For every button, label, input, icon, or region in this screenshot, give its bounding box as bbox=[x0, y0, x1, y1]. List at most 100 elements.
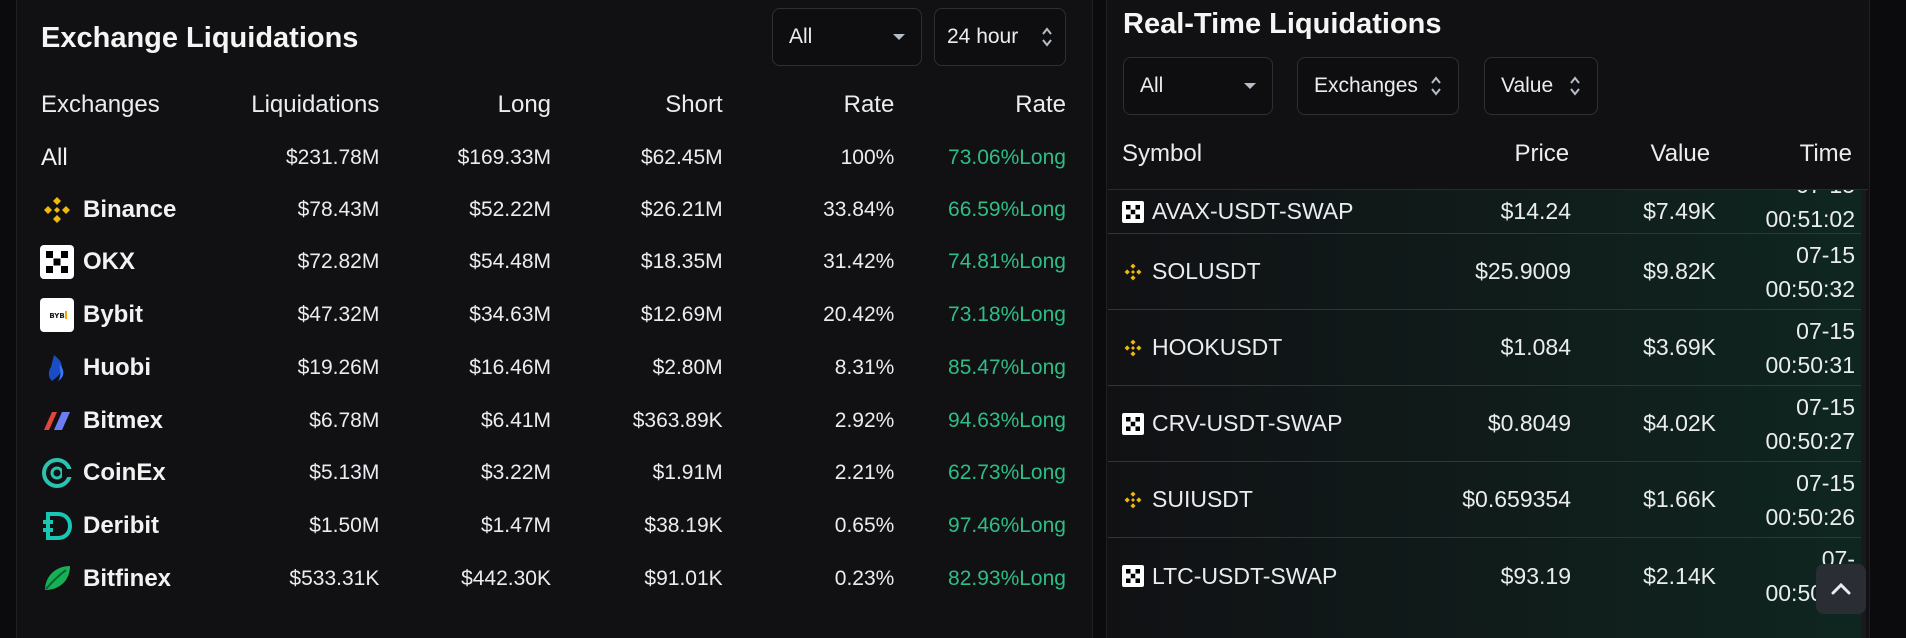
table-row[interactable]: Bitfinex $533.31K $442.30K $91.01K 0.23%… bbox=[24, 553, 1066, 605]
header-liquidations: Liquidations bbox=[251, 91, 380, 118]
long-rate-value: 97.46%Long bbox=[948, 514, 1066, 537]
liquidations-value: $231.78M bbox=[285, 146, 380, 169]
rate-value: 0.65% bbox=[834, 514, 895, 537]
binance-logo-icon bbox=[1122, 489, 1144, 511]
price-value: $1.084 bbox=[1500, 334, 1571, 360]
liquidations-value: $533.31K bbox=[289, 567, 380, 590]
exchange-name: Bitfinex bbox=[83, 565, 172, 592]
rate-value: 8.31% bbox=[834, 356, 895, 379]
short-value: $2.80M bbox=[652, 356, 723, 379]
table-row[interactable]: AVAX-USDT-SWAP $14.24 $7.49K 07-15 00:51:… bbox=[1108, 190, 1865, 234]
table-row[interactable]: SUIUSDT $0.659354 $1.66K 07-15 00:50:26 bbox=[1108, 462, 1865, 538]
table-row[interactable]: BYB Bybit $47.32M $34.63M $12.69M 20.42%… bbox=[24, 289, 1066, 341]
table-row[interactable]: LTC-USDT-SWAP $93.19 $2.14K 07- 00:50:26 bbox=[1108, 538, 1865, 614]
liquidations-value: $72.82M bbox=[297, 250, 380, 273]
rate-value: 2.21% bbox=[834, 461, 895, 484]
symbol-name: SUIUSDT bbox=[1152, 486, 1253, 512]
liquidations-value: $1.50M bbox=[309, 514, 380, 537]
exchange-name: OKX bbox=[83, 248, 136, 275]
header-rate: Rate bbox=[843, 91, 895, 118]
exchange-liquidations-title: Exchange Liquidations bbox=[41, 22, 359, 54]
rate-value: 2.92% bbox=[834, 409, 895, 432]
time-value: 07-15 00:50:26 bbox=[1716, 466, 1855, 534]
table-row[interactable]: Binance $78.43M $52.22M $26.21M 33.84% 6… bbox=[24, 184, 1066, 236]
symbol-name: HOOKUSDT bbox=[1152, 334, 1283, 360]
okx-logo-icon bbox=[1122, 412, 1144, 435]
exchange-filter-value: All bbox=[789, 25, 813, 48]
rate-value: 100% bbox=[840, 146, 895, 169]
time-value: 07-15 00:50:32 bbox=[1716, 238, 1855, 306]
real-time-liquidations-title: Real-Time Liquidations bbox=[1123, 8, 1442, 40]
sort-arrows-icon bbox=[1041, 26, 1053, 48]
exchange-name: Huobi bbox=[83, 354, 151, 381]
exchange-name: Binance bbox=[83, 196, 177, 223]
table-row[interactable]: All $231.78M $169.33M $62.45M 100% 73.06… bbox=[24, 132, 1066, 184]
exchange-name: Bybit bbox=[83, 301, 143, 328]
symbol-name: AVAX-USDT-SWAP bbox=[1152, 198, 1354, 224]
table-row[interactable]: SOLUSDT $25.9009 $9.82K 07-15 00:50:32 bbox=[1108, 234, 1865, 310]
clock-text: 00:50:27 bbox=[1765, 427, 1855, 454]
liquidations-value: $19.26M bbox=[297, 356, 380, 379]
header-long: Long bbox=[497, 91, 552, 118]
bitmex-logo-icon bbox=[39, 403, 75, 439]
table-row[interactable]: Bitmex $6.78M $6.41M $363.89K 2.92% 94.6… bbox=[24, 395, 1066, 447]
table-row[interactable]: CRV-USDT-SWAP $0.8049 $4.02K 07-15 00:50:… bbox=[1108, 386, 1865, 462]
okx-logo-icon bbox=[1122, 565, 1144, 587]
rt-table-header: Symbol Price Value Time bbox=[1122, 136, 1852, 172]
time-value: 07-15 00:50:27 bbox=[1716, 390, 1855, 458]
price-value: $93.19 bbox=[1500, 562, 1571, 589]
long-rate-value: 82.93%Long bbox=[948, 567, 1066, 590]
exchange-filter-select[interactable]: All bbox=[772, 8, 922, 66]
period-select[interactable]: 24 hour bbox=[934, 8, 1066, 66]
period-value: 24 hour bbox=[947, 25, 1019, 48]
table-row[interactable]: HOOKUSDT $1.084 $3.69K 07-15 00:50:31 bbox=[1108, 310, 1865, 386]
header-exchanges: Exchanges bbox=[41, 91, 160, 118]
table-row[interactable]: OKX $72.82M $54.48M $18.35M 31.42% 74.81… bbox=[24, 236, 1066, 288]
table-row[interactable]: CoinEx $5.13M $3.22M $1.91M 2.21% 62.73%… bbox=[24, 447, 1066, 499]
bybit-logo-icon: BYB bbox=[39, 297, 75, 333]
symbol-name: SOLUSDT bbox=[1152, 258, 1261, 284]
rate-value: 0.23% bbox=[834, 567, 895, 590]
long-rate-value: 85.47%Long bbox=[948, 356, 1066, 379]
value-amount: $7.49K bbox=[1643, 198, 1716, 224]
long-value: $169.33M bbox=[457, 146, 552, 169]
exchange-name: CoinEx bbox=[83, 459, 166, 486]
price-value: $0.8049 bbox=[1487, 410, 1571, 436]
bitfinex-logo-icon bbox=[39, 561, 75, 597]
long-value: $52.22M bbox=[469, 198, 551, 221]
long-rate-value: 73.18%Long bbox=[948, 303, 1066, 326]
rt-liquidation-list[interactable]: AVAX-USDT-SWAP $14.24 $7.49K 07-15 00:51:… bbox=[1108, 190, 1865, 638]
value-sort-label: Value bbox=[1501, 74, 1554, 97]
header-price: Price bbox=[1514, 140, 1570, 167]
long-rate-value: 73.06%Long bbox=[948, 146, 1066, 169]
exchanges-sort-select[interactable]: Exchanges bbox=[1297, 57, 1459, 115]
binance-logo-icon bbox=[1122, 261, 1144, 283]
liquidations-value: $78.43M bbox=[297, 198, 380, 221]
short-value: $38.19K bbox=[644, 514, 723, 537]
long-value: $34.63M bbox=[469, 303, 551, 326]
date-text: 07-15 bbox=[1796, 190, 1855, 198]
clock-text: 00:50:32 bbox=[1765, 275, 1855, 302]
okx-logo-icon bbox=[39, 244, 75, 280]
table-row[interactable]: Deribit $1.50M $1.47M $38.19K 0.65% 97.4… bbox=[24, 500, 1066, 552]
long-rate-value: 62.73%Long bbox=[948, 461, 1066, 484]
liquidations-value: $6.78M bbox=[309, 409, 380, 432]
long-value: $442.30K bbox=[461, 567, 551, 590]
date-text: 07-15 bbox=[1796, 241, 1855, 268]
table-row[interactable]: Huobi $19.26M $16.46M $2.80M 8.31% 85.47… bbox=[24, 342, 1066, 394]
rt-filter-value: All bbox=[1140, 74, 1164, 97]
date-text: 07-15 bbox=[1796, 469, 1855, 496]
rt-exchange-filter-select[interactable]: All bbox=[1123, 57, 1273, 115]
clock-text: 00:51:02 bbox=[1765, 205, 1855, 232]
value-amount: $2.14K bbox=[1643, 562, 1716, 589]
exchange-name: All bbox=[41, 144, 68, 171]
value-sort-select[interactable]: Value bbox=[1484, 57, 1598, 115]
header-symbol: Symbol bbox=[1122, 140, 1203, 167]
short-value: $18.35M bbox=[640, 250, 723, 273]
scroll-to-top-button[interactable] bbox=[1816, 564, 1866, 614]
long-value: $16.46M bbox=[469, 356, 551, 379]
time-value: 07-15 00:50:31 bbox=[1716, 314, 1855, 382]
rate-value: 31.42% bbox=[823, 250, 895, 273]
time-value: 07-15 00:51:02 bbox=[1716, 190, 1855, 236]
short-value: $363.89K bbox=[632, 409, 723, 432]
